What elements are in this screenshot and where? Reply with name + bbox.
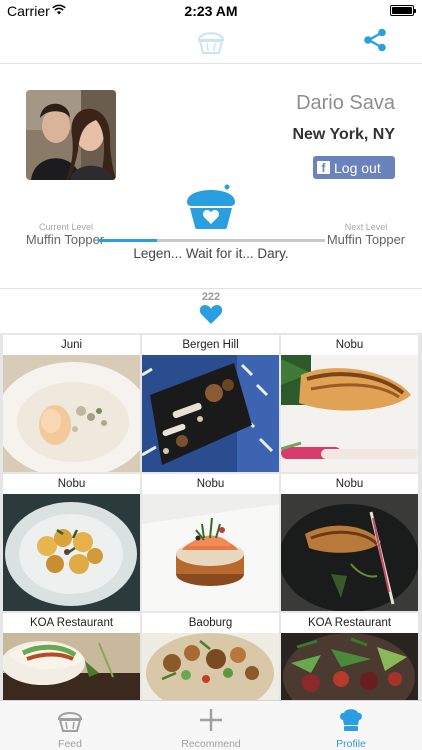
dish-photo	[281, 355, 418, 472]
dish-restaurant-label: Nobu	[281, 474, 418, 494]
dish-restaurant-label: Juni	[3, 335, 140, 355]
next-level-name: Muffin Topper	[326, 232, 406, 247]
dish-photo	[142, 355, 279, 472]
level-quote: Legen... Wait for it... Dary.	[133, 246, 289, 261]
dish-restaurant-label: Nobu	[3, 474, 140, 494]
tab-profile[interactable]: Profile	[281, 701, 421, 750]
tab-recommend[interactable]: Recommend	[141, 701, 281, 750]
share-icon[interactable]	[362, 27, 388, 53]
dish-restaurant-label: Baoburg	[142, 613, 279, 633]
dish-photo	[3, 494, 140, 611]
heart-icon[interactable]	[199, 303, 223, 325]
dish-photo	[281, 494, 418, 611]
dish-tile[interactable]: KOA Restaurant	[281, 613, 418, 700]
facebook-icon: f	[317, 161, 330, 175]
level-progress-fill	[98, 239, 158, 242]
dish-photo	[142, 633, 279, 700]
dish-tile[interactable]: Baoburg	[142, 613, 279, 700]
dish-photo	[281, 633, 418, 700]
dish-tile[interactable]: Bergen Hill	[142, 335, 279, 472]
dish-grid: Juni Bergen Hill Nobu Nobu Nobu Nobu KOA…	[0, 333, 422, 700]
muffin-icon	[57, 712, 83, 732]
level-muffin-icon	[187, 184, 235, 229]
muffin-logo-icon	[197, 32, 225, 54]
logout-label: Log out	[334, 159, 381, 176]
chef-hat-icon	[340, 709, 362, 731]
next-level-caption: Next Level	[344, 222, 388, 232]
navigation-bar	[0, 22, 422, 64]
dish-tile[interactable]: Nobu	[3, 474, 140, 611]
tab-feed[interactable]: Feed	[0, 701, 140, 750]
dish-restaurant-label: Nobu	[142, 474, 279, 494]
profile-city: New York, NY	[292, 126, 395, 143]
dish-tile[interactable]: Nobu	[281, 474, 418, 611]
current-level-caption: Current Level	[38, 222, 94, 232]
avatar	[26, 90, 116, 180]
tab-feed-label: Feed	[58, 738, 82, 750]
section-divider	[0, 288, 422, 289]
dish-restaurant-label: Nobu	[281, 335, 418, 355]
status-bar: Carrier 2:23 AM	[0, 0, 422, 22]
dish-tile[interactable]: KOA Restaurant	[3, 613, 140, 700]
logout-button[interactable]: f Log out	[313, 156, 395, 179]
tab-bar: Feed Recommend Profile	[0, 700, 422, 750]
plus-icon	[200, 709, 222, 731]
profile-name: Dario Sava	[296, 92, 395, 114]
dish-tile[interactable]: Nobu	[281, 335, 418, 472]
dish-photo	[3, 633, 140, 700]
level-progress-bar	[98, 239, 325, 242]
tab-recommend-label: Recommend	[181, 738, 241, 750]
dish-tile[interactable]: Nobu	[142, 474, 279, 611]
dish-restaurant-label: KOA Restaurant	[281, 613, 418, 633]
dish-restaurant-label: KOA Restaurant	[3, 613, 140, 633]
dish-photo	[3, 355, 140, 472]
likes-count: 222	[201, 291, 221, 303]
tab-profile-label: Profile	[336, 738, 366, 750]
battery-icon	[390, 5, 416, 16]
dish-tile[interactable]: Juni	[3, 335, 140, 472]
dish-restaurant-label: Bergen Hill	[142, 335, 279, 355]
current-level-name: Muffin Topper	[25, 232, 105, 247]
dish-photo	[142, 494, 279, 611]
status-time: 2:23 AM	[184, 3, 238, 19]
